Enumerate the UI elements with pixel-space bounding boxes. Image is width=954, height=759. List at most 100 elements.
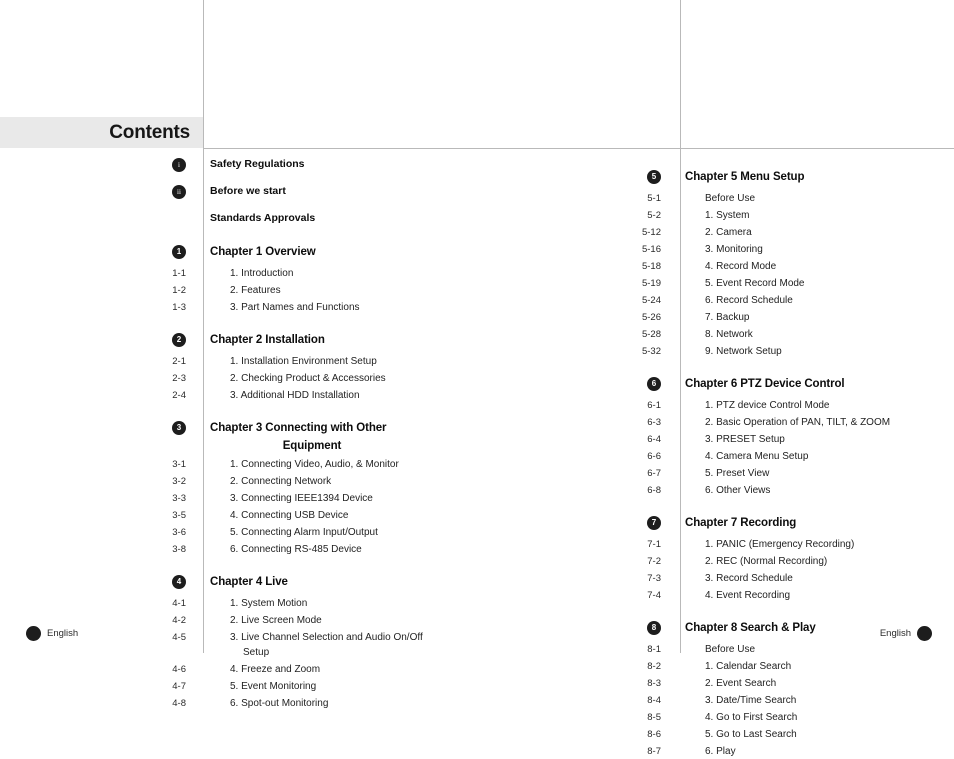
page-number: 3-1 — [172, 459, 186, 470]
toc-section-row[interactable]: 4-6 4. Freeze and Zoom — [0, 662, 460, 677]
section-title: 1. Introduction — [198, 266, 460, 281]
section-title: 1. Connecting Video, Audio, & Monitor — [198, 457, 460, 472]
toc-chapter-row[interactable]: 7 Chapter 7 Recording — [477, 514, 954, 535]
toc-entry-label: Before Use — [705, 644, 756, 655]
section-title: 2. Live Screen Mode — [198, 613, 460, 628]
toc-section-row[interactable]: 5-19 5. Event Record Mode — [477, 276, 954, 291]
toc-entry-label-line2: Equipment — [282, 440, 342, 452]
chapter-marker-bullet: 2 — [172, 333, 186, 348]
page-marker-dot-icon — [26, 626, 41, 641]
toc-front-matter-row[interactable]: Standards Approvals — [0, 210, 460, 227]
toc-entry-label: 4. Event Recording — [705, 590, 791, 601]
toc-chapter-row[interactable]: 5 Chapter 5 Menu Setup — [477, 168, 954, 189]
chapter-marker: ii — [0, 183, 198, 200]
toc-section-row[interactable]: 3-8 6. Connecting RS-485 Device — [0, 542, 460, 557]
section-title: 5. Connecting Alarm Input/Output — [198, 525, 460, 540]
section-title: 3. Date/Time Search — [673, 693, 954, 708]
toc-entry-label: 1. Connecting Video, Audio, & Monitor — [230, 459, 399, 470]
toc-section-row[interactable]: 8-3 2. Event Search — [477, 676, 954, 691]
toc-section-row[interactable]: 7-1 1. PANIC (Emergency Recording) — [477, 537, 954, 552]
chapter-marker: 8 — [477, 619, 673, 636]
chapter-marker: 2 — [0, 331, 198, 348]
page-number: 5-26 — [641, 312, 661, 323]
toc-section-row[interactable]: 3-6 5. Connecting Alarm Input/Output — [0, 525, 460, 540]
toc-chapter-row[interactable]: 3 Chapter 3 Connecting with Other Equipmen… — [0, 419, 460, 455]
toc-section-row[interactable]: 5-12 2. Camera — [477, 225, 954, 240]
page-number: 8-1 — [647, 644, 661, 655]
toc-section-row[interactable]: 6-8 6. Other Views — [477, 483, 954, 498]
toc-front-matter-row[interactable]: ii Before we start — [0, 183, 460, 200]
toc-section-row[interactable]: 1-2 2. Features — [0, 283, 460, 298]
page-number: 8-3 — [647, 678, 661, 689]
chapter-title: Chapter 3 Connecting with Other Equipment — [198, 419, 460, 455]
chapter-marker: 5 — [477, 168, 673, 185]
toc-entry-label: 3. Additional HDD Installation — [230, 390, 360, 401]
toc-entry-label: Standards Approvals — [210, 212, 316, 224]
toc-section-row[interactable]: 5-1 Before Use — [477, 191, 954, 206]
toc-section-row[interactable]: 3-3 3. Connecting IEEE1394 Device — [0, 491, 460, 506]
toc-entry-label: 3. Live Channel Selection and Audio On/O… — [230, 632, 423, 643]
chapter-title: Chapter 5 Menu Setup — [673, 168, 954, 186]
page-number: 5-16 — [641, 244, 661, 255]
toc-section-row[interactable]: 4-8 6. Spot-out Monitoring — [0, 696, 460, 711]
toc-section-row[interactable]: 5-2 1. System — [477, 208, 954, 223]
toc-section-row[interactable]: 6-4 3. PRESET Setup — [477, 432, 954, 447]
page-number: 5-32 — [641, 346, 661, 357]
toc-section-row[interactable]: 6-7 5. Preset View — [477, 466, 954, 481]
front-matter-title: Standards Approvals — [198, 210, 460, 226]
chapter-marker-bullet: i — [172, 158, 186, 173]
toc-entry-label: 5. Preset View — [705, 468, 770, 479]
toc-section-row[interactable]: 8-5 4. Go to First Search — [477, 710, 954, 725]
toc-front-matter-row[interactable]: i Safety Regulations — [0, 156, 460, 173]
toc-section-row[interactable]: 5-28 8. Network — [477, 327, 954, 342]
toc-section-row[interactable]: 1-3 3. Part Names and Functions — [0, 300, 460, 315]
toc-section-row[interactable]: 7-3 3. Record Schedule — [477, 571, 954, 586]
chapter-marker: 3 — [0, 419, 198, 436]
page-number: 7-1 — [647, 539, 661, 550]
toc-chapter-row[interactable]: 4 Chapter 4 Live — [0, 573, 460, 594]
page-number: 8-2 — [647, 661, 661, 672]
toc-section-row[interactable]: 5-32 9. Network Setup — [477, 344, 954, 359]
toc-entry-label: 4. Go to First Search — [705, 712, 798, 723]
toc-section-row[interactable]: 5-18 4. Record Mode — [477, 259, 954, 274]
toc-section-row[interactable]: 8-1 Before Use — [477, 642, 954, 657]
toc-section-row[interactable]: 4-1 1. System Motion — [0, 596, 460, 611]
toc-chapter-row[interactable]: 1 Chapter 1 Overview — [0, 243, 460, 264]
toc-entry-label: 3. Connecting IEEE1394 Device — [230, 493, 373, 504]
toc-section-row[interactable]: 5-26 7. Backup — [477, 310, 954, 325]
page-number: 6-6 — [647, 451, 661, 462]
toc-section-row[interactable]: 8-6 5. Go to Last Search — [477, 727, 954, 742]
toc-section-row[interactable]: 3-1 1. Connecting Video, Audio, & Monitor — [0, 457, 460, 472]
toc-section-row[interactable]: 7-2 2. REC (Normal Recording) — [477, 554, 954, 569]
toc-entry-label: Chapter 2 Installation — [210, 334, 325, 346]
toc-chapter-row[interactable]: 6 Chapter 6 PTZ Device Control — [477, 375, 954, 396]
page-number: 8-5 — [647, 712, 661, 723]
toc-section-row[interactable]: 6-3 2. Basic Operation of PAN, TILT, & ZO… — [477, 415, 954, 430]
page-number: 7-2 — [647, 556, 661, 567]
toc-section-row[interactable]: 5-24 6. Record Schedule — [477, 293, 954, 308]
toc-section-row[interactable]: 8-2 1. Calendar Search — [477, 659, 954, 674]
toc-section-row[interactable]: 2-1 1. Installation Environment Setup — [0, 354, 460, 369]
toc-section-row[interactable]: 6-6 4. Camera Menu Setup — [477, 449, 954, 464]
toc-section-row[interactable]: 3-5 4. Connecting USB Device — [0, 508, 460, 523]
chapter-title: Chapter 7 Recording — [673, 514, 954, 532]
toc-section-row[interactable]: 5-16 3. Monitoring — [477, 242, 954, 257]
toc-section-row[interactable]: 4-7 5. Event Monitoring — [0, 679, 460, 694]
toc-section-row[interactable]: 6-1 1. PTZ device Control Mode — [477, 398, 954, 413]
toc-column-right: 5 Chapter 5 Menu Setup 5-1 Before Use 5-2 1. … — [477, 152, 954, 759]
toc-section-row[interactable]: 3-2 2. Connecting Network — [0, 474, 460, 489]
toc-entry-label: 2. Basic Operation of PAN, TILT, & ZOOM — [705, 417, 891, 428]
toc-entry-label: 1. PANIC (Emergency Recording) — [705, 539, 855, 550]
toc-section-row[interactable]: 7-4 4. Event Recording — [477, 588, 954, 603]
toc-section-row[interactable]: 8-7 6. Play — [477, 744, 954, 759]
section-title: 3. Monitoring — [673, 242, 954, 257]
toc-section-row[interactable]: 2-4 3. Additional HDD Installation — [0, 388, 460, 403]
chapter-marker: i — [0, 156, 198, 173]
toc-entry-label: 5. Event Monitoring — [230, 681, 317, 692]
toc-section-row[interactable]: 1-1 1. Introduction — [0, 266, 460, 281]
toc-chapter-row[interactable]: 2 Chapter 2 Installation — [0, 331, 460, 352]
toc-section-row[interactable]: 2-3 2. Checking Product & Accessories — [0, 371, 460, 386]
footer-left: English — [26, 626, 78, 641]
toc-section-row[interactable]: 8-4 3. Date/Time Search — [477, 693, 954, 708]
toc-entry-label: 2. Features — [230, 285, 281, 296]
